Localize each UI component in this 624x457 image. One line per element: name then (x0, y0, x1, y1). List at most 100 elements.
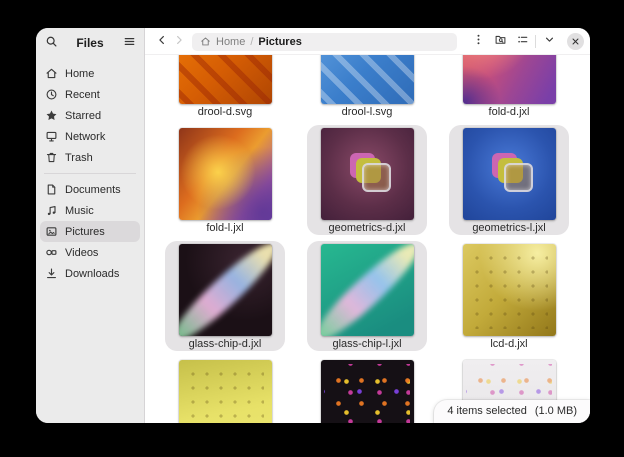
back-button[interactable] (153, 33, 170, 50)
thumbnail (179, 244, 272, 336)
close-icon (571, 33, 580, 51)
sidebar-item-music[interactable]: Music (40, 200, 140, 221)
thumbnail (321, 360, 414, 423)
selection-size: (1.0 MB) (535, 405, 577, 417)
sidebar-item-recent[interactable]: Recent (40, 84, 140, 105)
folder-search-icon (494, 33, 507, 51)
file-name: fold-d.jxl (489, 106, 530, 119)
file-name: lcd-d.jxl (490, 338, 527, 351)
file-grid-view: drool-d.svg drool-l.svg fold-d.jxl fold-l.j… (145, 55, 590, 423)
document-icon (45, 183, 58, 196)
sidebar-item-label: Videos (65, 247, 98, 259)
download-icon (45, 267, 58, 280)
sidebar-item-videos[interactable]: Videos (40, 242, 140, 263)
breadcrumb: Home / Pictures (192, 33, 457, 51)
sidebar-item-documents[interactable]: Documents (40, 179, 140, 200)
home-icon (45, 67, 58, 80)
search-button[interactable] (489, 32, 511, 52)
close-button[interactable] (567, 33, 584, 50)
thumbnail (463, 244, 556, 336)
app-title: Files (59, 36, 121, 50)
selection-status-bar: 4 items selected (1.0 MB) (434, 400, 590, 423)
sidebar-item-pictures[interactable]: Pictures (40, 221, 140, 242)
file-item-lcd-l[interactable] (165, 357, 285, 423)
toolbar-divider (535, 35, 536, 48)
sidebar-header: Files (36, 28, 144, 56)
file-item-glass-chip-d[interactable]: glass-chip-d.jxl (165, 241, 285, 351)
file-item-fold-d[interactable]: fold-d.jxl (449, 55, 569, 119)
network-icon (45, 130, 58, 143)
toolbar: Home / Pictures (145, 28, 590, 55)
clock-icon (45, 88, 58, 101)
sidebar-item-label: Music (65, 205, 94, 217)
thumbnail (321, 128, 414, 220)
thumbnail (321, 55, 414, 104)
trash-icon (45, 151, 58, 164)
file-name: glass-chip-d.jxl (189, 338, 262, 351)
chevron-left-icon (156, 33, 168, 51)
main-pane: Home / Pictures drool-d.svg drool-l.svg fo… (145, 28, 590, 423)
files-window: Files Home Recent Starred Network Trash Docum… (36, 28, 590, 423)
thumbnail (463, 128, 556, 220)
thumbnail (179, 55, 272, 104)
sidebar-item-home[interactable]: Home (40, 63, 140, 84)
file-name: fold-l.jxl (206, 222, 243, 235)
sidebar-separator (44, 173, 136, 174)
image-icon (45, 225, 58, 238)
view-options-button[interactable] (538, 32, 560, 52)
main-menu-button[interactable] (467, 32, 489, 52)
file-item-geometrics-d[interactable]: geometrics-d.jxl (307, 125, 427, 235)
file-name: drool-l.svg (342, 106, 393, 119)
kebab-icon (472, 33, 485, 51)
sidebar-list: Home Recent Starred Network Trash Documents Mu… (36, 56, 144, 284)
hamburger-menu-button[interactable] (121, 35, 137, 51)
music-icon (45, 204, 58, 217)
sidebar: Files Home Recent Starred Network Trash Docum… (36, 28, 145, 423)
file-item-drool-d[interactable]: drool-d.svg (165, 55, 285, 119)
chevron-down-icon (543, 33, 556, 51)
file-name: glass-chip-l.jxl (332, 338, 401, 351)
sidebar-item-label: Downloads (65, 268, 119, 280)
list-icon (516, 33, 529, 51)
cube-shape (362, 163, 391, 192)
sidebar-item-label: Recent (65, 89, 100, 101)
star-icon (45, 109, 58, 122)
forward-button[interactable] (170, 33, 187, 50)
thumbnail (321, 244, 414, 336)
file-item-neogeo-d[interactable] (307, 357, 427, 423)
search-button[interactable] (43, 35, 59, 51)
file-grid: drool-d.svg drool-l.svg fold-d.jxl fold-l.j… (165, 55, 569, 423)
file-item-glass-chip-l[interactable]: glass-chip-l.jxl (307, 241, 427, 351)
home-icon (200, 36, 211, 47)
breadcrumb-current[interactable]: Pictures (258, 36, 301, 48)
search-icon (45, 35, 58, 53)
view-toggle-button[interactable] (511, 32, 533, 52)
sidebar-item-starred[interactable]: Starred (40, 105, 140, 126)
selection-count: 4 items selected (447, 405, 526, 417)
sidebar-item-label: Documents (65, 184, 121, 196)
sidebar-item-label: Starred (65, 110, 101, 122)
thumbnail (463, 55, 556, 104)
sidebar-item-label: Pictures (65, 226, 105, 238)
chevron-right-icon (173, 33, 185, 51)
file-item-geometrics-l[interactable]: geometrics-l.jxl (449, 125, 569, 235)
file-item-lcd-d[interactable]: lcd-d.jxl (449, 241, 569, 351)
sidebar-item-label: Trash (65, 152, 93, 164)
sidebar-item-downloads[interactable]: Downloads (40, 263, 140, 284)
sidebar-item-network[interactable]: Network (40, 126, 140, 147)
file-name: drool-d.svg (198, 106, 252, 119)
video-icon (45, 246, 58, 259)
file-name: geometrics-l.jxl (472, 222, 545, 235)
breadcrumb-separator: / (250, 36, 253, 48)
hamburger-icon (123, 35, 136, 53)
file-item-drool-l[interactable]: drool-l.svg (307, 55, 427, 119)
file-name: geometrics-d.jxl (328, 222, 405, 235)
thumbnail (179, 360, 272, 423)
breadcrumb-home[interactable]: Home (216, 36, 245, 48)
cube-shape (504, 163, 533, 192)
sidebar-item-label: Home (65, 68, 94, 80)
toolbar-actions (467, 32, 560, 52)
sidebar-item-trash[interactable]: Trash (40, 147, 140, 168)
file-item-fold-l[interactable]: fold-l.jxl (165, 125, 285, 235)
sidebar-item-label: Network (65, 131, 105, 143)
